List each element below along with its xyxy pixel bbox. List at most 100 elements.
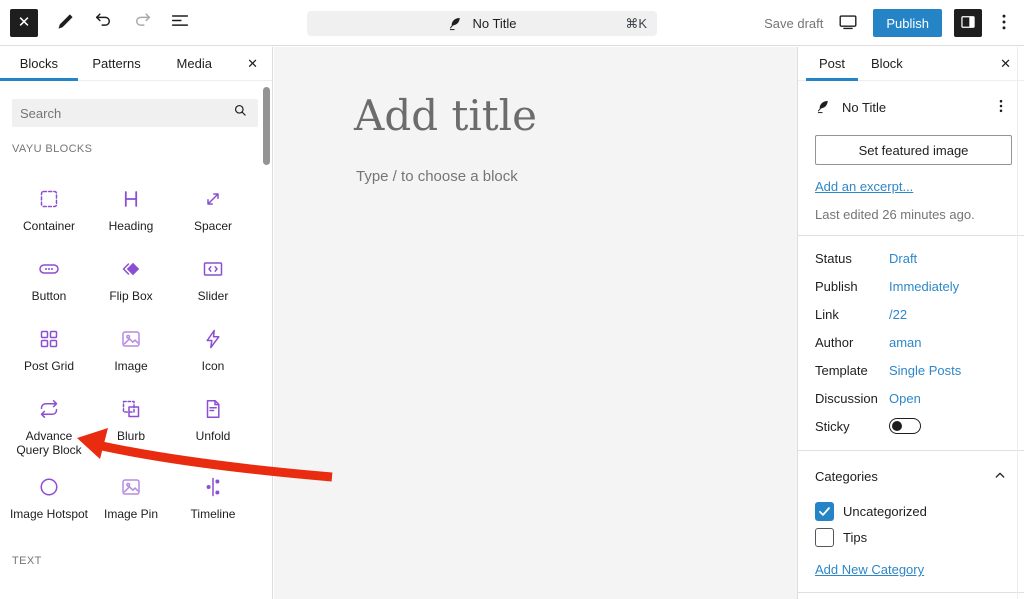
top-toolbar: ✕ No Title ⌘K Save draft Publish bbox=[0, 0, 1024, 46]
sidebar-tabs: PostBlock ✕ bbox=[798, 47, 1024, 81]
add-new-category-link[interactable]: Add New Category bbox=[815, 562, 924, 577]
add-excerpt-link[interactable]: Add an excerpt... bbox=[815, 179, 913, 194]
panel-scrollbar[interactable] bbox=[263, 87, 270, 165]
command-center-title: No Title bbox=[472, 16, 516, 31]
categories-panel-header[interactable]: Categories bbox=[798, 451, 1024, 488]
block-item-image-pin[interactable]: Image Pin bbox=[90, 457, 172, 527]
link-value[interactable]: /22 bbox=[889, 307, 907, 322]
heading-icon bbox=[119, 187, 143, 211]
search-input[interactable] bbox=[20, 106, 231, 121]
post-quill-icon bbox=[815, 98, 832, 118]
block-placeholder[interactable]: Type / to choose a block bbox=[356, 168, 518, 185]
tab-post[interactable]: Post bbox=[806, 47, 858, 80]
redo-button[interactable] bbox=[126, 7, 158, 39]
sidebar-close-button[interactable]: ✕ bbox=[987, 47, 1024, 80]
block-label: Image Hotspot bbox=[10, 507, 88, 521]
timeline-icon bbox=[201, 475, 225, 499]
edit-mode-button[interactable] bbox=[50, 7, 82, 39]
post-quill-icon bbox=[447, 15, 464, 32]
block-item-post-grid[interactable]: Post Grid bbox=[8, 309, 90, 379]
block-item-container[interactable]: Container bbox=[8, 169, 90, 239]
flip-box-icon bbox=[119, 257, 143, 281]
sticky-toggle[interactable] bbox=[889, 418, 921, 434]
template-value[interactable]: Single Posts bbox=[889, 363, 961, 378]
post-title-placeholder[interactable]: Add title bbox=[354, 91, 537, 140]
block-label: Spacer bbox=[194, 219, 232, 233]
image-pin-icon bbox=[119, 475, 143, 499]
categories-title: Categories bbox=[815, 469, 878, 484]
block-item-blurb[interactable]: Blurb bbox=[90, 379, 172, 457]
checked-checkbox[interactable] bbox=[815, 502, 834, 521]
unchecked-checkbox[interactable] bbox=[815, 528, 834, 547]
block-label: Post Grid bbox=[24, 359, 74, 373]
publish-value[interactable]: Immediately bbox=[889, 279, 959, 294]
tab-block[interactable]: Block bbox=[858, 47, 916, 80]
post-field-link: Link/22 bbox=[815, 300, 1007, 328]
container-icon bbox=[37, 187, 61, 211]
block-label: Container bbox=[23, 219, 75, 233]
tab-blocks[interactable]: Blocks bbox=[0, 47, 78, 80]
collapse-categories-button[interactable] bbox=[990, 465, 1010, 488]
settings-sidebar: PostBlock ✕ No Title Set featured image … bbox=[797, 47, 1024, 599]
preview-button[interactable] bbox=[835, 7, 861, 39]
post-field-status: StatusDraft bbox=[815, 244, 1007, 272]
document-overview-button[interactable] bbox=[164, 7, 196, 39]
block-item-spacer[interactable]: Spacer bbox=[172, 169, 254, 239]
block-label: Image Pin bbox=[104, 507, 158, 521]
block-item-image-hotspot[interactable]: Image Hotspot bbox=[8, 457, 90, 527]
block-item-image[interactable]: Image bbox=[90, 309, 172, 379]
field-label: Template bbox=[815, 363, 889, 378]
options-menu-button[interactable] bbox=[994, 7, 1014, 39]
post-field-publish: PublishImmediately bbox=[815, 272, 1007, 300]
field-label: Author bbox=[815, 335, 889, 350]
block-label: Icon bbox=[202, 359, 225, 373]
block-item-unfold[interactable]: Unfold bbox=[172, 379, 254, 457]
block-item-flip-box[interactable]: Flip Box bbox=[90, 239, 172, 309]
block-label: Slider bbox=[198, 289, 229, 303]
scrollbar-track bbox=[1017, 47, 1018, 599]
block-label: Heading bbox=[109, 219, 154, 233]
block-item-timeline[interactable]: Timeline bbox=[172, 457, 254, 527]
settings-sidebar-toggle[interactable] bbox=[954, 9, 982, 37]
category-item-tips: Tips bbox=[815, 528, 1024, 547]
discussion-value[interactable]: Open bbox=[889, 391, 921, 406]
block-label: Timeline bbox=[191, 507, 236, 521]
set-featured-image-button[interactable]: Set featured image bbox=[815, 135, 1012, 165]
publish-button[interactable]: Publish bbox=[873, 9, 942, 37]
block-label: Flip Box bbox=[109, 289, 152, 303]
close-editor-button[interactable]: ✕ bbox=[10, 9, 38, 37]
tab-media[interactable]: Media bbox=[155, 47, 233, 80]
block-item-button[interactable]: Button bbox=[8, 239, 90, 309]
slider-icon bbox=[201, 257, 225, 281]
close-icon: ✕ bbox=[1000, 56, 1011, 71]
undo-button[interactable] bbox=[88, 7, 120, 39]
section-label-vayu-blocks: VAYU BLOCKS bbox=[12, 143, 272, 155]
image-hotspot-icon bbox=[37, 475, 61, 499]
field-label: Status bbox=[815, 251, 889, 266]
tags-panel-header[interactable]: Tags bbox=[798, 593, 1024, 599]
post-field-template: TemplateSingle Posts bbox=[815, 356, 1007, 384]
inserter-close-button[interactable]: ✕ bbox=[233, 47, 272, 80]
post-actions-menu-button[interactable] bbox=[984, 93, 1018, 122]
keyboard-shortcut: ⌘K bbox=[625, 16, 647, 32]
toggle-knob bbox=[892, 421, 902, 431]
undo-icon bbox=[93, 10, 115, 35]
command-center[interactable]: No Title ⌘K bbox=[307, 11, 657, 36]
redo-icon bbox=[131, 10, 153, 35]
post-grid-icon bbox=[37, 327, 61, 351]
last-edited-text: Last edited 26 minutes ago. bbox=[815, 207, 1007, 222]
field-label: Publish bbox=[815, 279, 889, 294]
ellipsis-vertical-icon bbox=[992, 97, 1010, 118]
block-item-icon[interactable]: Icon bbox=[172, 309, 254, 379]
status-value[interactable]: Draft bbox=[889, 251, 917, 266]
author-value[interactable]: aman bbox=[889, 335, 922, 350]
block-item-advance-query-block[interactable]: Advance Query Block bbox=[8, 379, 90, 457]
save-draft-button[interactable]: Save draft bbox=[764, 16, 823, 31]
advance-query-icon bbox=[37, 397, 61, 421]
tab-patterns[interactable]: Patterns bbox=[78, 47, 156, 80]
block-item-heading[interactable]: Heading bbox=[90, 169, 172, 239]
monitor-icon bbox=[837, 11, 859, 36]
post-summary-title: No Title bbox=[842, 100, 974, 115]
block-item-slider[interactable]: Slider bbox=[172, 239, 254, 309]
post-fields: StatusDraft PublishImmediately Link/22 A… bbox=[798, 236, 1024, 440]
